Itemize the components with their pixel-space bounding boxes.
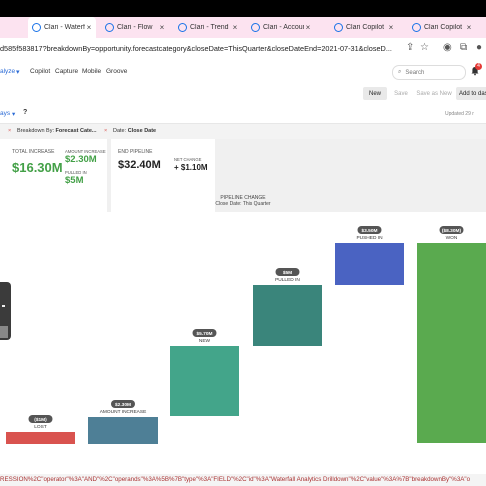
tab-label: Clari Copilot <box>346 24 385 31</box>
value-label: $2.30M <box>115 402 131 408</box>
period-select[interactable]: ays <box>0 110 10 117</box>
search-icon: ⌕ <box>398 69 402 75</box>
close-icon[interactable]: × <box>8 128 11 134</box>
kpi-label: NET CHANGE <box>174 157 202 162</box>
tab-account[interactable]: Clari - Account × <box>247 17 315 38</box>
tab-label: Clari - Account <box>263 24 304 31</box>
help-icon[interactable]: ? <box>23 109 27 116</box>
status-bar-url: RESSION%2C"operator"%3A"AND"%2C"operands… <box>0 474 486 486</box>
category-label: AMOUNT INCREASE <box>100 409 147 415</box>
profile-icon[interactable]: ● <box>476 42 482 53</box>
chevron-down-icon[interactable]: ▾ <box>16 68 20 76</box>
new-button[interactable]: New <box>363 87 387 100</box>
bar-lost[interactable] <box>6 432 75 444</box>
save-as-new-button[interactable]: Save as New <box>414 87 454 100</box>
popover-line-icon <box>2 305 5 307</box>
kpi-label: END PIPELINE <box>118 149 153 155</box>
clari-icon <box>105 23 114 32</box>
app-nav: alyze ▾ Copilot Capture Mobile Groove ⌕ … <box>0 59 486 86</box>
bar-won[interactable] <box>417 243 486 443</box>
add-to-dashboard-button[interactable]: Add to das <box>456 87 486 100</box>
kpi-label: TOTAL INCREASE <box>12 149 55 155</box>
clari-icon <box>334 23 343 32</box>
tab-copilot-2[interactable]: Clari Copilot × <box>408 17 476 38</box>
kpi-value: $5M <box>65 175 84 186</box>
url-text[interactable]: d585f583817?breakdownBy=opportunity.fore… <box>0 44 392 53</box>
kpi-value: + $1.10M <box>174 163 208 172</box>
clari-icon <box>251 23 260 32</box>
category-label: PULLED IN <box>275 277 300 283</box>
chip-value: Forecast Cate... <box>55 128 97 134</box>
close-icon[interactable]: × <box>158 23 166 32</box>
updated-text: Updated 29 r <box>445 111 474 117</box>
side-popover[interactable] <box>0 282 11 340</box>
close-icon[interactable]: × <box>104 128 107 134</box>
puzzle-icon[interactable]: ⧉ <box>460 42 467 53</box>
nav-analyze[interactable]: alyze <box>0 68 15 75</box>
close-icon[interactable]: × <box>85 23 93 32</box>
tab-trend[interactable]: Clari - Trend × <box>174 17 242 38</box>
bar-amount-increase[interactable] <box>88 417 158 444</box>
bar-pulled-in[interactable] <box>253 285 322 346</box>
clari-icon <box>412 23 421 32</box>
nav-groove[interactable]: Groove <box>106 68 127 75</box>
category-label: NEW <box>199 338 211 344</box>
value-label: ($1M) <box>34 417 47 423</box>
tab-label: Clari Copilot <box>424 24 463 31</box>
bar-pushed-in[interactable] <box>335 243 404 285</box>
category-label: WON <box>446 235 458 241</box>
nav-capture[interactable]: Capture <box>55 68 78 75</box>
chip-breakdown[interactable]: Breakdown By: Forecast Cate... <box>17 128 97 134</box>
popover-swatch <box>0 326 8 338</box>
clari-icon <box>32 23 41 32</box>
category-label: PUSHED IN <box>356 235 383 241</box>
close-icon[interactable]: × <box>387 23 395 32</box>
chevron-down-icon[interactable]: ▾ <box>12 110 15 118</box>
save-button[interactable]: Save <box>391 87 411 100</box>
star-icon[interactable]: ☆ <box>420 42 429 53</box>
category-label: LOST <box>34 424 47 430</box>
bar-new[interactable] <box>170 346 239 416</box>
toolbar: New Save Save as New Add to das <box>0 85 486 103</box>
notification-badge: 4 <box>475 63 482 70</box>
kpi-value: $2.30M <box>65 154 97 165</box>
value-label: $5.70M <box>197 331 213 337</box>
tab-label: Clari - Waterfall <box>44 24 85 31</box>
search-placeholder: Search <box>405 69 425 76</box>
tab-label: Clari - Trend <box>190 24 229 31</box>
close-icon[interactable]: × <box>465 23 473 32</box>
chip-value: Close Date <box>127 128 157 134</box>
value-label: ($8.30M) <box>442 228 462 234</box>
kpi-value: $16.30M <box>12 160 63 175</box>
nav-mobile[interactable]: Mobile <box>82 68 101 75</box>
close-icon[interactable]: × <box>304 23 312 32</box>
chart-svg: LOST($1M) AMOUNT INCREASE$2.30M NEW$5.70M P… <box>6 226 486 444</box>
close-icon[interactable]: × <box>231 23 239 32</box>
share-icon[interactable]: ⇪ <box>406 42 414 53</box>
kpi-value: $32.40M <box>118 159 161 171</box>
tab-bar: Clari - Waterfall × Clari - Flow × Clari… <box>0 17 486 38</box>
chip-label: Breakdown By: <box>17 128 54 134</box>
tab-waterfall[interactable]: Clari - Waterfall × <box>28 17 96 38</box>
tab-label: Clari - Flow <box>117 24 153 31</box>
search-input[interactable]: ⌕ Search <box>392 65 466 80</box>
chip-date[interactable]: Date: Close Date <box>113 128 156 134</box>
chip-label: Date: <box>113 128 127 134</box>
tab-copilot-1[interactable]: Clari Copilot × <box>330 17 398 38</box>
value-label: $3.50M <box>362 228 378 234</box>
tab-flow[interactable]: Clari - Flow × <box>101 17 169 38</box>
chart-subtitle: Close Date: This Quarter <box>215 201 271 207</box>
clari-icon <box>178 23 187 32</box>
waterfall-chart: PIPELINE CHANGE Close Date: This Quarter… <box>0 195 486 474</box>
value-label: $5M <box>283 270 292 276</box>
nav-copilot[interactable]: Copilot <box>30 68 50 75</box>
filter-chips-bar: × Breakdown By: Forecast Cate... × Date:… <box>0 123 486 140</box>
extension-icon[interactable]: ◉ <box>443 42 452 53</box>
address-bar[interactable]: d585f583817?breakdownBy=opportunity.fore… <box>0 38 486 59</box>
